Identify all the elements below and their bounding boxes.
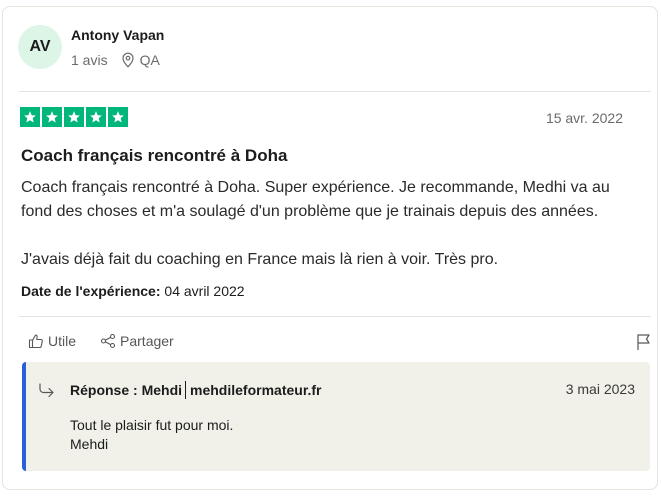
reply-body: Tout le plaisir fut pour moi. Mehdi xyxy=(70,416,233,454)
reply-separator xyxy=(185,381,187,399)
reply-line: Tout le plaisir fut pour moi. xyxy=(70,417,234,433)
review-paragraph: J'avais déjà fait du coaching en France … xyxy=(21,251,499,268)
reviewer-country: QA xyxy=(139,51,160,68)
reply-label: Réponse : Mehdi xyxy=(70,382,183,398)
experience-date: Date de l'expérience: 04 avril 2022 xyxy=(21,283,245,299)
avatar[interactable]: AV xyxy=(18,25,62,69)
share-label: Partager xyxy=(120,333,174,349)
reply-line: Mehdi xyxy=(70,436,109,452)
actions-divider xyxy=(19,316,651,317)
star-icon xyxy=(108,107,128,127)
star-icon xyxy=(86,107,106,127)
thumbs-up-icon xyxy=(28,334,43,349)
experience-date-value: 04 avril 2022 xyxy=(164,283,245,299)
reviews-count: 1 avis xyxy=(71,51,108,68)
review-body: Coach français rencontré à Doha. Super e… xyxy=(21,176,641,272)
flag-icon xyxy=(637,334,650,350)
reply-arrow-icon xyxy=(39,383,54,398)
share-icon xyxy=(100,333,116,349)
star-rating xyxy=(20,107,130,127)
reviewer-meta: 1 avis QA xyxy=(71,52,164,68)
review-paragraph: Coach français rencontré à Doha. Super e… xyxy=(21,179,610,220)
star-icon xyxy=(42,107,62,127)
reply-header: Réponse : Mehdi mehdileformateur.fr xyxy=(70,381,322,399)
reply-company[interactable]: mehdileformateur.fr xyxy=(190,382,321,398)
location-pin-icon xyxy=(121,52,134,68)
useful-button[interactable]: Utile xyxy=(28,333,76,349)
review-title[interactable]: Coach français rencontré à Doha xyxy=(21,146,287,166)
reviewer-info: Antony Vapan 1 avis QA xyxy=(71,27,164,68)
reviewer-location: QA xyxy=(121,52,160,68)
report-button[interactable] xyxy=(636,333,652,356)
reviewer-header: AV Antony Vapan 1 avis QA xyxy=(18,25,164,69)
review-actions: Utile Partager xyxy=(28,333,198,349)
review-date: 15 avr. 2022 xyxy=(545,110,623,126)
useful-label: Utile xyxy=(48,333,77,349)
star-icon xyxy=(20,107,40,127)
company-reply: Réponse : Mehdi mehdileformateur.fr 3 ma… xyxy=(22,362,650,471)
star-icon xyxy=(64,107,84,127)
experience-date-label: Date de l'expérience: xyxy=(21,283,161,299)
reviewer-name[interactable]: Antony Vapan xyxy=(71,27,164,43)
reply-date: 3 mai 2023 xyxy=(565,381,635,397)
header-divider xyxy=(19,91,651,92)
share-button[interactable]: Partager xyxy=(100,333,174,349)
